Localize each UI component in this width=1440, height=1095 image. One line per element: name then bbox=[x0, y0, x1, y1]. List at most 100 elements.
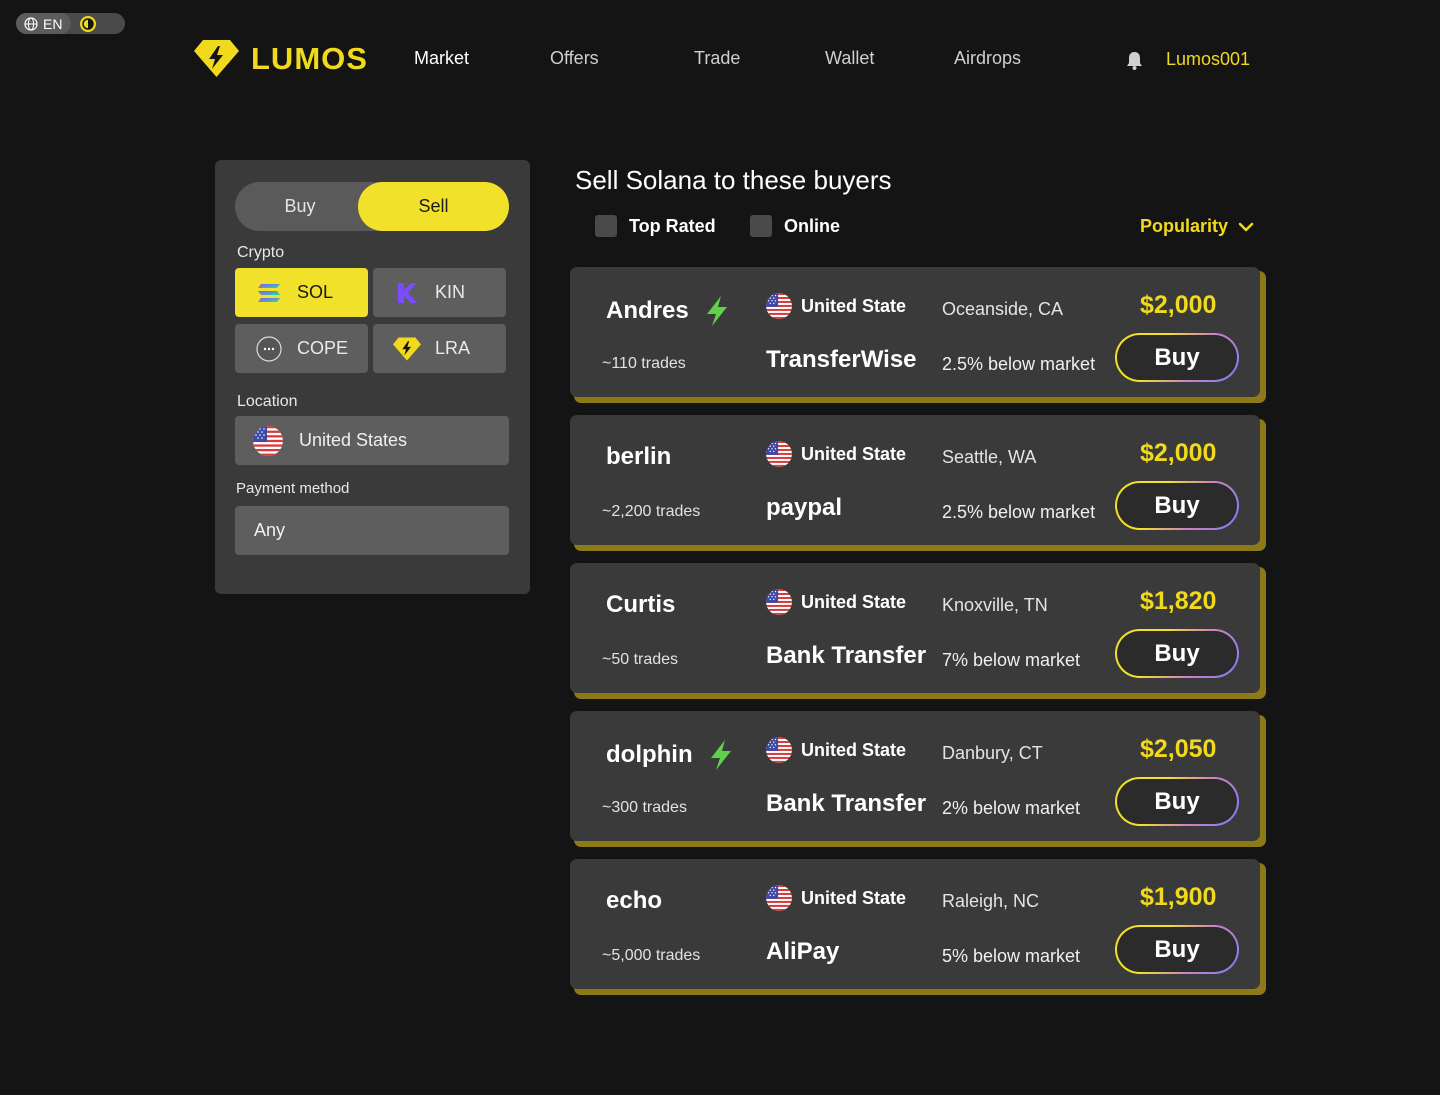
kin-icon bbox=[393, 279, 421, 307]
buy-button[interactable]: Buy bbox=[1115, 777, 1239, 826]
offer-price: $2,050 bbox=[1140, 735, 1217, 763]
lumos-icon bbox=[393, 335, 421, 363]
trader-city: Raleigh, NC bbox=[942, 891, 1040, 911]
trade-count: ~110 trades bbox=[602, 355, 686, 372]
filter-top-rated[interactable]: Top Rated bbox=[595, 215, 716, 237]
trade-count: ~300 trades bbox=[602, 799, 687, 816]
buy-button[interactable]: Buy bbox=[1115, 629, 1239, 678]
offer-card-body: Curtis ~50 trades United State Bank Transfe… bbox=[570, 563, 1260, 693]
nav-wallet[interactable]: Wallet bbox=[825, 48, 874, 69]
crypto-option-kin[interactable]: KIN bbox=[373, 268, 506, 317]
location-select[interactable]: United States bbox=[235, 416, 509, 465]
location-value: United States bbox=[299, 430, 408, 450]
verified-bolt-icon bbox=[701, 295, 733, 327]
trader-name-text: berlin bbox=[606, 443, 672, 470]
solana-icon bbox=[255, 279, 283, 307]
trader-city: Knoxville, TN bbox=[942, 595, 1048, 615]
market-discount: 7% below market bbox=[942, 650, 1081, 670]
payment-value: Any bbox=[254, 520, 286, 540]
crypto-label: Crypto bbox=[237, 244, 285, 261]
trade-count: ~2,200 trades bbox=[602, 503, 701, 520]
payment-method: paypal bbox=[766, 494, 843, 521]
buy-button[interactable]: Buy bbox=[1115, 481, 1239, 530]
crypto-symbol: COPE bbox=[297, 338, 349, 358]
trader-city: Seattle, WA bbox=[942, 447, 1037, 467]
crypto-symbol: SOL bbox=[297, 282, 334, 302]
offer-card: dolphin ~300 trades United State Bank Trans… bbox=[570, 711, 1266, 847]
trader-name[interactable]: dolphin bbox=[606, 739, 737, 771]
trader-name[interactable]: berlin bbox=[606, 443, 671, 471]
trader-name-text: dolphin bbox=[606, 741, 693, 768]
trader-name-text: Andres bbox=[606, 297, 689, 324]
trader-country: United State bbox=[766, 589, 906, 615]
offer-card-body: echo ~5,000 trades United State AliPay Ralei… bbox=[570, 859, 1260, 989]
header: LUMOS Market Offers Trade Wallet Airdrop… bbox=[0, 0, 1440, 110]
filter-online[interactable]: Online bbox=[750, 215, 840, 237]
nav-trade[interactable]: Trade bbox=[694, 48, 740, 69]
bell-icon[interactable] bbox=[1124, 50, 1145, 71]
us-flag-icon bbox=[766, 885, 792, 911]
buy-button[interactable]: Buy bbox=[1115, 925, 1239, 974]
trader-name[interactable]: Andres bbox=[606, 295, 733, 327]
us-flag-icon bbox=[766, 293, 792, 319]
trader-name[interactable]: Curtis bbox=[606, 591, 675, 619]
crypto-symbol: LRA bbox=[435, 338, 471, 358]
country-text: United State bbox=[801, 887, 907, 908]
market-discount: 2% below market bbox=[942, 798, 1081, 818]
offer-price: $2,000 bbox=[1140, 439, 1217, 467]
filter-panel: Buy Sell Crypto SOL KIN COPE LRA Locatio… bbox=[215, 160, 530, 594]
market-discount: 2.5% below market bbox=[942, 502, 1096, 522]
payment-method: Bank Transfer bbox=[766, 642, 927, 669]
trader-country: United State bbox=[766, 441, 906, 467]
trade-count: ~50 trades bbox=[602, 651, 679, 668]
location-label: Location bbox=[237, 393, 298, 410]
offer-card-body: dolphin ~300 trades United State Bank Trans… bbox=[570, 711, 1260, 841]
sell-tab[interactable]: Sell bbox=[358, 182, 509, 231]
trader-city: Danbury, CT bbox=[942, 743, 1043, 763]
crypto-option-sol[interactable]: SOL bbox=[235, 268, 368, 317]
offer-card: berlin ~2,200 trades United State paypal Sea… bbox=[570, 415, 1266, 551]
offer-card: Curtis ~50 trades United State Bank Transfe… bbox=[570, 563, 1266, 699]
lumos-logo-icon bbox=[194, 40, 239, 77]
payment-method: Bank Transfer bbox=[766, 790, 927, 817]
results-title: Sell Solana to these buyers bbox=[575, 165, 892, 195]
nav-offers[interactable]: Offers bbox=[550, 48, 599, 69]
checkbox[interactable] bbox=[595, 215, 617, 237]
brand-name: LUMOS bbox=[251, 40, 368, 76]
market-discount: 2.5% below market bbox=[942, 354, 1096, 374]
trader-name[interactable]: echo bbox=[606, 887, 662, 915]
offer-card: echo ~5,000 trades United State AliPay Ralei… bbox=[570, 859, 1266, 995]
crypto-option-cope[interactable]: COPE bbox=[235, 324, 368, 373]
sort-dropdown[interactable]: Popularity bbox=[1140, 216, 1254, 237]
payment-method-select[interactable]: Any bbox=[235, 506, 509, 555]
cope-icon bbox=[255, 335, 283, 363]
buy-button[interactable]: Buy bbox=[1115, 333, 1239, 382]
offer-price: $1,900 bbox=[1140, 883, 1217, 911]
buy-tab[interactable]: Buy bbox=[235, 182, 365, 231]
crypto-option-lra[interactable]: LRA bbox=[373, 324, 506, 373]
trader-city: Oceanside, CA bbox=[942, 299, 1064, 319]
brand-logo[interactable]: LUMOS bbox=[194, 40, 368, 77]
nav-market[interactable]: Market bbox=[414, 48, 469, 69]
payment-method: TransferWise bbox=[766, 346, 917, 373]
nav-airdrops[interactable]: Airdrops bbox=[954, 48, 1021, 69]
username-link[interactable]: Lumos001 bbox=[1166, 49, 1250, 70]
trader-country: United State bbox=[766, 737, 906, 763]
offer-card-body: berlin ~2,200 trades United State paypal Sea… bbox=[570, 415, 1260, 545]
trader-name-text: Curtis bbox=[606, 591, 676, 618]
verified-bolt-icon bbox=[705, 739, 737, 771]
offer-card: Andres ~110 trades United State TransferWis… bbox=[570, 267, 1266, 403]
us-flag-icon bbox=[766, 441, 792, 467]
checkbox-label: Top Rated bbox=[629, 215, 716, 236]
payment-label: Payment method bbox=[236, 480, 350, 497]
country-text: United State bbox=[801, 739, 907, 760]
country-text: United State bbox=[801, 295, 907, 316]
trader-country: United State bbox=[766, 293, 906, 319]
country-text: United State bbox=[801, 591, 907, 612]
checkbox-label: Online bbox=[784, 215, 841, 236]
sort-label: Popularity bbox=[1140, 216, 1229, 236]
market-discount: 5% below market bbox=[942, 946, 1081, 966]
offer-price: $1,820 bbox=[1140, 587, 1217, 615]
checkbox[interactable] bbox=[750, 215, 772, 237]
buy-sell-toggle: Buy Sell bbox=[235, 182, 509, 231]
